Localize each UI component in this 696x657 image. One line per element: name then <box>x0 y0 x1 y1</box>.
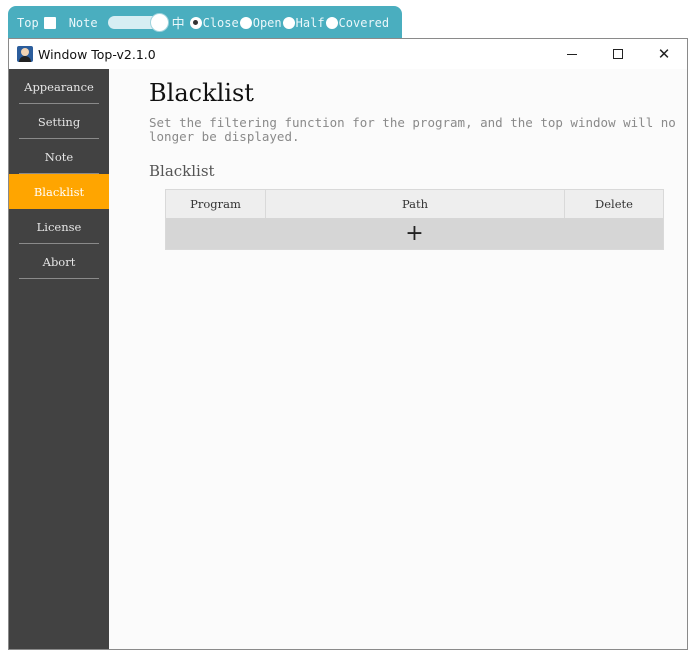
column-header-delete: Delete <box>595 197 633 211</box>
radio-covered[interactable] <box>325 16 338 29</box>
radio-close[interactable] <box>189 16 202 29</box>
app-window: Window Top-v2.1.0 ✕ Appearance Setting N… <box>8 38 688 650</box>
window-body: Appearance Setting Note Blacklist Licens… <box>9 69 687 649</box>
section-title: Blacklist <box>149 162 215 180</box>
column-header-program: Program <box>166 190 266 218</box>
column-header-path: Path <box>266 190 565 218</box>
plus-icon: + <box>405 221 424 246</box>
floating-toolbar: Top Note 中 Close Open Half Covered <box>8 6 402 39</box>
page-title: Blacklist <box>149 79 254 107</box>
radio-open-label[interactable]: Open <box>253 16 282 30</box>
language-label[interactable]: 中 <box>172 13 185 32</box>
sidebar-item-license[interactable]: License <box>9 209 109 244</box>
add-program-button[interactable]: + <box>166 218 663 249</box>
window-title: Window Top-v2.1.0 <box>38 46 156 62</box>
table-header: Program Path Delete <box>166 190 663 218</box>
close-icon: ✕ <box>657 44 671 63</box>
minimize-button[interactable] <box>549 39 595 69</box>
blacklist-table: Program Path Delete + <box>165 189 664 250</box>
slider-knob[interactable] <box>149 13 169 32</box>
sidebar-item-note[interactable]: Note <box>9 139 109 174</box>
sidebar-item-blacklist[interactable]: Blacklist <box>9 174 109 209</box>
maximize-icon <box>613 49 623 59</box>
top-label: Top <box>17 15 39 30</box>
radio-covered-label[interactable]: Covered <box>339 16 390 30</box>
sidebar-item-abort[interactable]: Abort <box>9 244 109 279</box>
maximize-button[interactable] <box>595 39 641 69</box>
sidebar-item-setting[interactable]: Setting <box>9 104 109 139</box>
main-content: Blacklist Set the filtering function for… <box>109 69 687 649</box>
top-checkbox[interactable] <box>43 16 56 29</box>
note-label: Note <box>68 15 98 30</box>
sidebar-item-appearance[interactable]: Appearance <box>9 69 109 104</box>
title-bar[interactable]: Window Top-v2.1.0 ✕ <box>9 39 687 69</box>
minimize-icon <box>567 53 577 55</box>
sidebar: Appearance Setting Note Blacklist Licens… <box>9 69 109 649</box>
app-avatar-icon <box>17 46 33 62</box>
radio-open[interactable] <box>239 16 252 29</box>
opacity-slider[interactable] <box>107 13 169 32</box>
radio-close-label[interactable]: Close <box>203 16 239 30</box>
radio-half-label[interactable]: Half <box>296 16 325 30</box>
page-description: Set the filtering function for the progr… <box>149 115 676 144</box>
radio-half[interactable] <box>282 16 295 29</box>
close-button[interactable]: ✕ <box>641 39 687 69</box>
